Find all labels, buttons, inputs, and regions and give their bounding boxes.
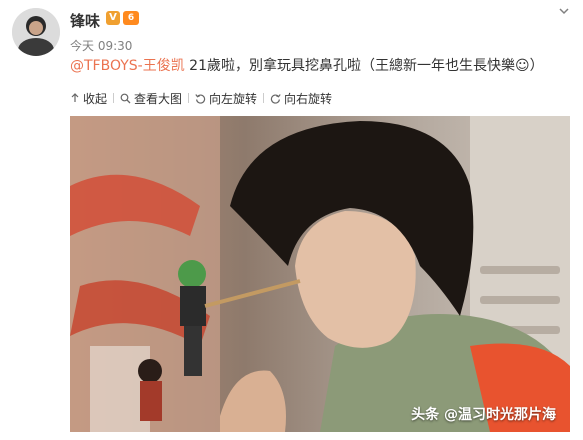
- rotate-left-label: 向左旋转: [209, 91, 258, 106]
- search-icon: [120, 93, 131, 103]
- image-toolbar: 收起 查看大图 向左旋转 向右旋转: [70, 88, 336, 108]
- verified-badge: V: [106, 11, 120, 25]
- post-timestamp[interactable]: 今天 09:30: [70, 37, 132, 54]
- rotate-right-button[interactable]: 向右旋转: [270, 90, 332, 107]
- avatar-image: [12, 8, 60, 56]
- chevron-down-icon[interactable]: [557, 4, 571, 18]
- photo-image: [70, 116, 570, 432]
- watermark: 头条 @温习时光那片海: [411, 407, 556, 423]
- rotate-right-icon: [270, 93, 281, 104]
- view-large-label: 查看大图: [134, 91, 183, 106]
- weibo-post-card: 锋味 V 6 今天 09:30 @TFBOYS-王俊凯 21歲啦，別拿玩具挖鼻孔…: [0, 0, 583, 440]
- post-body: 21歲啦，別拿玩具挖鼻孔啦（王總新一年也生長快樂☺）: [184, 58, 544, 74]
- level-badge: 6: [123, 11, 139, 25]
- rotate-left-icon: [195, 93, 206, 104]
- mention-link[interactable]: @TFBOYS-王俊凯: [70, 58, 185, 74]
- divider: [263, 93, 265, 103]
- view-large-button[interactable]: 查看大图: [120, 90, 182, 107]
- post-text: @TFBOYS-王俊凯 21歲啦，別拿玩具挖鼻孔啦（王總新一年也生長快樂☺）: [70, 56, 570, 76]
- rotate-left-button[interactable]: 向左旋转: [195, 90, 257, 107]
- collapse-button[interactable]: 收起: [70, 90, 107, 107]
- collapse-label: 收起: [83, 91, 108, 106]
- post-photo[interactable]: 头条 @温习时光那片海: [70, 116, 570, 432]
- divider: [113, 93, 115, 103]
- divider: [188, 93, 190, 103]
- arrow-up-icon: [71, 93, 79, 102]
- avatar[interactable]: [12, 8, 60, 56]
- username[interactable]: 锋味: [70, 10, 100, 31]
- rotate-right-label: 向右旋转: [284, 91, 333, 106]
